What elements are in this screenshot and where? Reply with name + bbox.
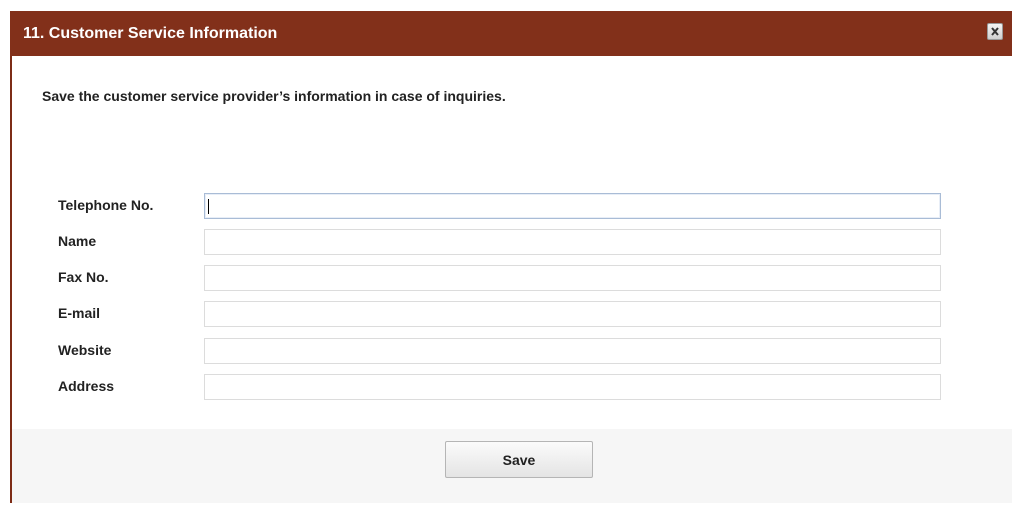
email-label: E-mail [58,305,101,321]
dialog-title-bar: 11. Customer Service Information [10,11,1012,56]
dialog-title: 11. Customer Service Information [23,25,278,42]
name-label: Name [58,233,97,249]
form-row-website: Website [12,338,1012,364]
close-button[interactable] [987,23,1003,40]
telephone-input[interactable] [204,193,941,219]
customer-service-dialog: 11. Customer Service Information Save th… [10,11,1012,503]
form-row-address: Address [12,374,1012,400]
form-row-name: Name [12,229,1012,255]
form-row-telephone: Telephone No. [12,193,1012,219]
address-label: Address [58,378,115,394]
address-input[interactable] [204,374,941,400]
telephone-label: Telephone No. [58,197,154,213]
fax-label: Fax No. [58,269,109,285]
form-row-email: E-mail [12,301,1012,327]
form-row-fax: Fax No. [12,265,1012,291]
text-cursor [208,199,209,214]
dialog-description: Save the customer service provider’s inf… [42,88,506,104]
save-button[interactable]: Save [445,441,593,478]
fax-input[interactable] [204,265,941,291]
website-label: Website [58,342,112,358]
website-input[interactable] [204,338,941,364]
email-input[interactable] [204,301,941,327]
close-icon [991,27,999,36]
name-input[interactable] [204,229,941,255]
